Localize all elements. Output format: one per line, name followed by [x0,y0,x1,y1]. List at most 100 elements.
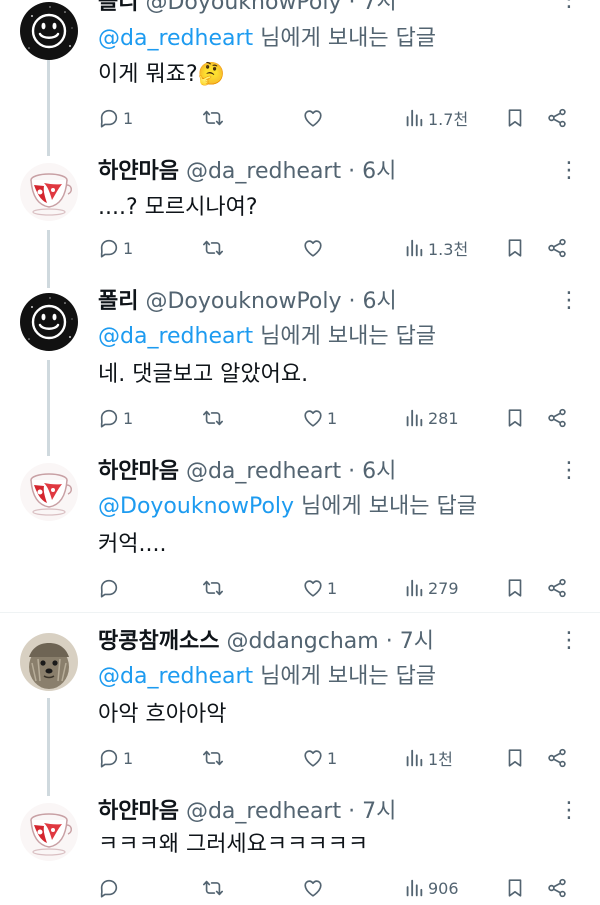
bookmark-button[interactable] [504,403,526,433]
heart-icon [302,407,324,429]
thread-line [47,360,50,456]
handle[interactable]: @da_redheart [186,459,341,484]
retweet-button[interactable] [202,233,227,263]
reply-button[interactable]: 1 [98,233,133,263]
share-button[interactable] [546,743,568,773]
reply-icon [98,747,120,769]
mention-link[interactable]: @da_redheart [98,26,253,51]
bookmark-button[interactable] [504,233,526,263]
timestamp[interactable]: 7시 [400,629,434,654]
views-icon [403,107,425,129]
mention-link[interactable]: @da_redheart [98,664,253,689]
heart-icon [302,577,324,599]
retweet-button[interactable] [202,743,227,773]
timestamp[interactable]: 6시 [363,289,397,314]
views-button[interactable]: 281 [403,403,459,433]
display-name[interactable]: 하얀마음 [98,159,179,184]
views-icon [403,747,425,769]
like-button[interactable]: 1 [302,573,337,603]
more-icon[interactable]: ⋮ [554,797,584,827]
timestamp[interactable]: 6시 [362,159,396,184]
more-icon[interactable]: ⋮ [554,287,584,317]
share-button[interactable] [546,573,568,603]
reply-button[interactable] [98,573,123,603]
replying-suffix: 님에게 보내는 답글 [301,494,477,519]
reply-count: 1 [123,108,134,128]
replying-suffix: 님에게 보내는 답글 [260,664,437,689]
separator-dot: · [348,159,356,184]
display-name[interactable]: 하얀마음 [98,459,179,484]
share-button[interactable] [546,873,568,903]
avatar[interactable] [20,163,78,221]
avatar[interactable] [20,293,78,351]
avatar[interactable] [20,2,78,60]
view-count: 1.3천 [428,240,469,259]
handle[interactable]: @ddangcham [226,629,378,654]
handle[interactable]: @da_redheart [186,159,341,184]
reply-button[interactable]: 1 [98,743,133,773]
like-button[interactable] [302,233,327,263]
bookmark-icon [504,747,526,769]
more-icon[interactable]: ⋮ [554,0,584,16]
tweet-text: 네. 댓글보고 알았어요. [98,362,309,387]
views-icon [403,407,425,429]
handle[interactable]: @DoyouknowPoly [145,289,341,314]
share-button[interactable] [546,403,568,433]
reply-button[interactable] [98,873,123,903]
share-icon [546,747,568,769]
timestamp[interactable]: 7시 [363,0,397,15]
display-name[interactable]: 폴리 [98,0,138,15]
retweet-icon [202,407,224,429]
avatar[interactable] [20,803,78,861]
mention-link[interactable]: @da_redheart [98,324,253,349]
more-icon[interactable]: ⋮ [554,457,584,487]
views-button[interactable]: 279 [403,573,459,603]
views-button[interactable]: 1.3천 [403,233,468,263]
view-count: 279 [428,578,459,598]
retweet-button[interactable] [202,103,227,133]
display-name[interactable]: 폴리 [98,289,138,314]
reply-count: 1 [123,408,134,428]
retweet-button[interactable] [202,873,227,903]
reply-button[interactable]: 1 [98,403,133,433]
replying-suffix: 님에게 보내는 답글 [260,324,437,349]
reply-icon [98,877,120,899]
tweet-header: 하얀마음 @da_redheart · 6시 [98,157,396,187]
timestamp[interactable]: 7시 [362,799,396,824]
avatar[interactable] [20,633,78,691]
like-button[interactable] [302,103,327,133]
reply-count: 1 [123,748,134,768]
heart-icon [302,877,324,899]
bookmark-button[interactable] [504,103,526,133]
separator-dot: · [348,0,356,15]
more-icon[interactable]: ⋮ [554,157,584,187]
thread-line [47,230,50,288]
more-icon[interactable]: ⋮ [554,627,584,657]
avatar[interactable] [20,463,78,521]
timestamp[interactable]: 6시 [362,459,396,484]
share-button[interactable] [546,233,568,263]
display-name[interactable]: 하얀마음 [98,799,179,824]
like-button[interactable] [302,873,327,903]
bookmark-button[interactable] [504,873,526,903]
display-name[interactable]: 땅콩참깨소스 [98,629,219,654]
like-button[interactable]: 1 [302,743,337,773]
thread-line [47,698,50,796]
share-button[interactable] [546,103,568,133]
reply-button[interactable]: 1 [98,103,133,133]
views-button[interactable]: 906 [403,873,459,903]
views-button[interactable]: 1천 [403,743,453,773]
handle[interactable]: @da_redheart [186,799,341,824]
bookmark-button[interactable] [504,573,526,603]
retweet-button[interactable] [202,403,227,433]
like-button[interactable]: 1 [302,403,337,433]
replying-to: @da_redheart 님에게 보내는 답글 [98,24,436,54]
mention-link[interactable]: @DoyouknowPoly [98,494,294,519]
view-count: 1천 [428,750,453,769]
handle[interactable]: @DoyouknowPoly [145,0,341,15]
bookmark-button[interactable] [504,743,526,773]
retweet-button[interactable] [202,573,227,603]
separator-dot: · [348,459,356,484]
views-button[interactable]: 1.7천 [403,103,468,133]
action-bar: 1 1 1천 [98,743,578,773]
